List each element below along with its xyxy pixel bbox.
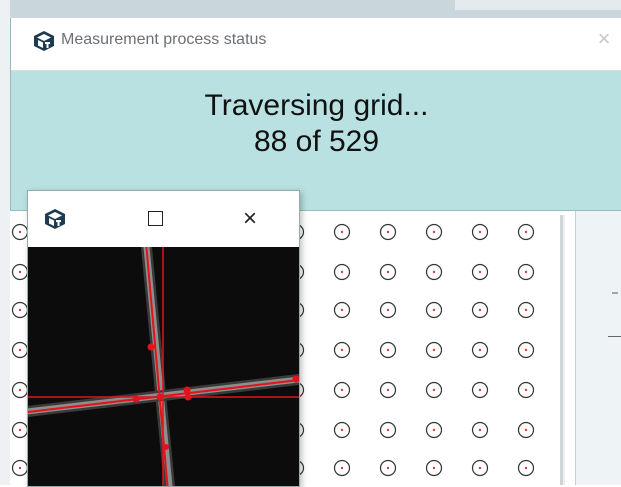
grid-point [379, 381, 397, 399]
fit-line-vertical [145, 247, 169, 486]
grid-point [471, 341, 489, 359]
grid-point [425, 301, 443, 319]
grid-point [471, 421, 489, 439]
status-line-1: Traversing grid... [204, 89, 429, 122]
grid-point [517, 459, 535, 477]
grid-point [333, 223, 351, 241]
close-icon[interactable]: × [591, 26, 617, 52]
status-line-2: 88 of 529 [253, 125, 380, 158]
grid-point [379, 301, 397, 319]
grid-point [379, 263, 397, 281]
sample-point [184, 393, 192, 401]
grid-point [425, 341, 443, 359]
camera-view [28, 247, 299, 486]
grid-point [471, 223, 489, 241]
grid-point [517, 341, 535, 359]
sample-point [156, 393, 164, 401]
close-icon[interactable]: × [235, 206, 265, 232]
background-window-top-light [455, 0, 621, 10]
grid-point [11, 301, 29, 319]
maximize-icon[interactable] [148, 211, 163, 226]
grid-point [471, 381, 489, 399]
grid-point [425, 459, 443, 477]
grid-point [379, 341, 397, 359]
sample-point [163, 444, 169, 450]
grid-point [333, 341, 351, 359]
grid-point [379, 421, 397, 439]
grid-point [471, 459, 489, 477]
grid-point [425, 381, 443, 399]
grid-point [11, 341, 29, 359]
grid-point [333, 263, 351, 281]
sample-point [132, 395, 140, 403]
status-dialog: Measurement process status × Traversing … [10, 18, 621, 211]
grid-point [425, 421, 443, 439]
grid-point [517, 223, 535, 241]
status-titlebar[interactable]: Measurement process status × [11, 18, 621, 71]
grid-point [517, 381, 535, 399]
cube-logo-icon [33, 30, 55, 57]
grid-point [11, 263, 29, 281]
grid-point [471, 263, 489, 281]
grid-point [425, 263, 443, 281]
grid-point [379, 459, 397, 477]
grid-point [471, 301, 489, 319]
grid-point [517, 421, 535, 439]
cube-logo-icon [44, 208, 66, 235]
background-left-strip [0, 0, 10, 485]
right-panel-tick [608, 336, 621, 337]
grid-point [11, 421, 29, 439]
sample-point [147, 343, 155, 351]
grid-point [11, 459, 29, 477]
camera-titlebar[interactable]: × [28, 191, 299, 247]
grid-point [333, 421, 351, 439]
status-message: Traversing grid... 88 of 529 [11, 88, 621, 160]
camera-window: × [27, 190, 300, 487]
grid-point [425, 223, 443, 241]
sample-point [183, 386, 191, 394]
grid-point [517, 263, 535, 281]
right-panel-mark [612, 292, 618, 294]
grid-point [11, 381, 29, 399]
grid-point [11, 223, 29, 241]
grid-point [379, 223, 397, 241]
right-panel [575, 210, 621, 485]
grid-point [333, 301, 351, 319]
grid-point [333, 381, 351, 399]
panel-separator-highlight [563, 215, 565, 485]
status-dialog-title: Measurement process status [61, 31, 267, 48]
grid-point [333, 459, 351, 477]
grid-point [517, 301, 535, 319]
